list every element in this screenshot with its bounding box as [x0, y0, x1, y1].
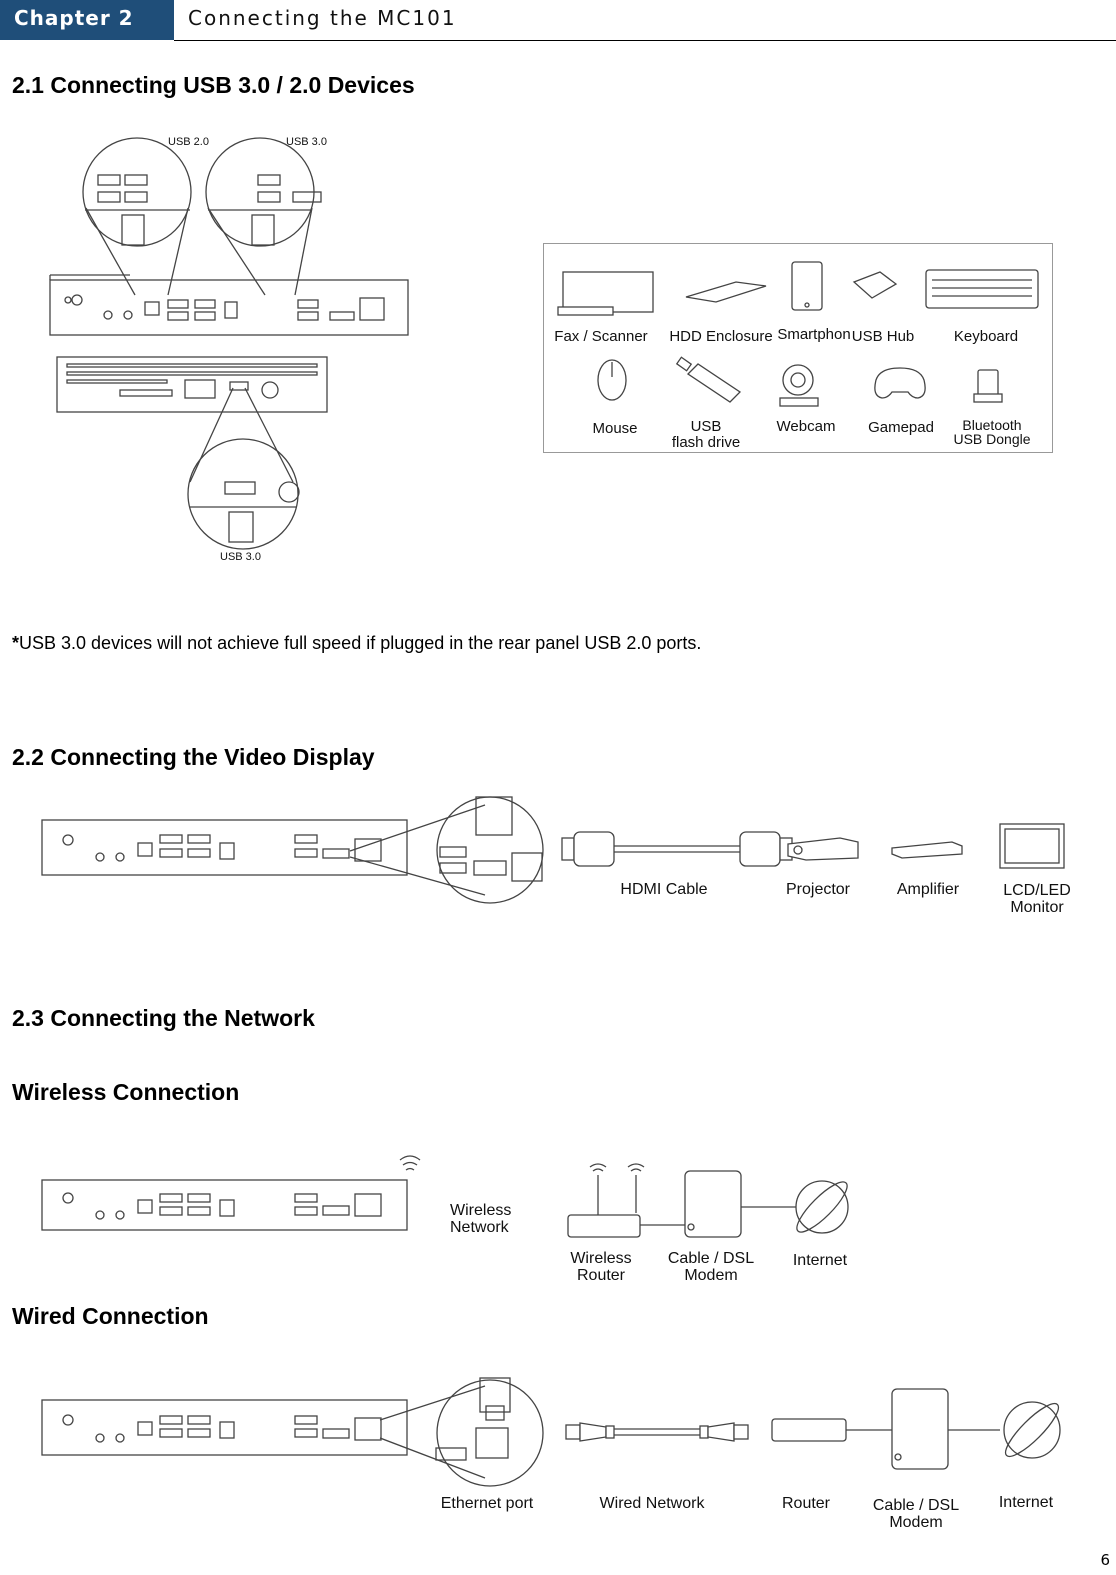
- device-label-usb-hub: USB Hub: [851, 328, 915, 345]
- modem-icon: [891, 1388, 949, 1470]
- label-line: Network: [450, 1219, 509, 1236]
- hdd-icon: [685, 281, 767, 303]
- header-rule: [174, 40, 1116, 41]
- device-label-fax-scanner: Fax / Scanner: [554, 328, 648, 345]
- video-device-icons: [561, 823, 1065, 869]
- modem-icon: [684, 1170, 742, 1238]
- projector-label: Projector: [785, 881, 851, 898]
- label-line: USB Dongle: [953, 431, 1031, 447]
- router-icon: [771, 1418, 847, 1442]
- page-number: 6: [1100, 1551, 1110, 1569]
- label-line: Cable / DSL: [667, 1250, 755, 1267]
- wireless-network-label: Wireless Network: [450, 1202, 511, 1236]
- printer-icon: [557, 271, 654, 316]
- rear-panel-wireless-diagram: [41, 1155, 421, 1231]
- device-label-keyboard: Keyboard: [953, 328, 1019, 345]
- label-line: USB: [690, 418, 722, 435]
- amplifier-label: Amplifier: [896, 881, 960, 898]
- wireless-router-label: Wireless Router: [560, 1250, 642, 1284]
- wireless-heading: Wireless Connection: [12, 1079, 240, 1105]
- usb-section-heading: 2.1 Connecting USB 3.0 / 2.0 Devices: [12, 72, 415, 98]
- internet-globe-icon: [1003, 1401, 1061, 1459]
- webcam-icon: [779, 364, 819, 407]
- device-label-mouse: Mouse: [592, 420, 638, 437]
- bluetooth-dongle-icon: [973, 369, 1003, 403]
- ethernet-cable-icon: [565, 1422, 749, 1442]
- network-section-heading: 2.3 Connecting the Network: [12, 1005, 315, 1031]
- chapter-label: Chapter 2: [14, 6, 134, 30]
- hdmi-cable-label: HDMI Cable: [620, 881, 708, 898]
- device-label-gamepad: Gamepad: [868, 419, 934, 436]
- device-label-smartphone: Smartphon: [777, 326, 851, 343]
- device-label-webcam: Webcam: [776, 418, 836, 435]
- monitor-label: LCD/LED Monitor: [994, 882, 1080, 916]
- wired-router-label: Router: [781, 1495, 831, 1512]
- projector-icon: [787, 837, 859, 861]
- monitor-icon: [999, 823, 1065, 869]
- label-line: Cable / DSL: [872, 1497, 960, 1514]
- wired-modem-label: Cable / DSL Modem: [864, 1497, 968, 1531]
- keyboard-icon: [925, 269, 1039, 309]
- wired-heading: Wired Connection: [12, 1303, 209, 1329]
- gamepad-icon: [874, 367, 926, 399]
- wired-internet-label: Internet: [998, 1494, 1054, 1511]
- label-line: Router: [576, 1267, 626, 1284]
- usb30-callout-label: USB 3.0: [286, 136, 327, 148]
- label-line: LCD/LED: [1003, 882, 1071, 899]
- device-label-hdd-enclosure: HDD Enclosure: [669, 328, 773, 345]
- wireless-modem-label: Cable / DSL Modem: [660, 1250, 762, 1284]
- note-asterisk: *: [12, 633, 20, 653]
- wireless-internet-label: Internet: [792, 1252, 848, 1269]
- device-label-bluetooth-dongle: Bluetooth USB Dongle: [946, 418, 1038, 446]
- label-line: Wireless: [450, 1202, 512, 1219]
- usb20-callout-label: USB 2.0: [168, 136, 209, 148]
- device-label-usb-flash-drive: USB flash drive: [666, 419, 746, 451]
- amplifier-icon: [891, 841, 963, 859]
- internet-globe-icon: [795, 1180, 849, 1234]
- note-text: USB 3.0 devices will not achieve full sp…: [19, 633, 702, 653]
- chapter-title: Connecting the MC101: [188, 6, 457, 30]
- label-line: Modem: [684, 1267, 738, 1284]
- front-usb30-callout-label: USB 3.0: [220, 551, 261, 563]
- front-panel-usb-diagram: [56, 356, 328, 550]
- wireless-router-icon: [567, 1163, 645, 1238]
- wired-network-label: Wired Network: [599, 1495, 705, 1512]
- usb-speed-note: *USB 3.0 devices will not achieve full s…: [12, 633, 701, 654]
- wireless-chain-diagram: [567, 1163, 849, 1238]
- rear-panel-ethernet-diagram: [41, 1377, 544, 1487]
- wired-chain-diagram: [565, 1388, 1061, 1470]
- video-section-heading: 2.2 Connecting the Video Display: [12, 744, 375, 770]
- hdmi-cable-icon: [561, 831, 793, 867]
- smartphone-icon: [791, 261, 823, 311]
- wifi-icon: [399, 1155, 421, 1171]
- label-line: Wireless: [570, 1250, 632, 1267]
- rear-panel-hdmi-diagram: [41, 796, 544, 904]
- mouse-icon: [597, 359, 627, 401]
- label-line: Monitor: [1010, 899, 1064, 916]
- label-line: Modem: [889, 1514, 943, 1531]
- usb-hub-icon: [852, 271, 898, 299]
- ethernet-port-label: Ethernet port: [440, 1495, 534, 1512]
- flash-drive-icon: [675, 356, 742, 403]
- rear-panel-usb-diagram: [49, 137, 409, 336]
- label-line: flash drive: [671, 434, 741, 451]
